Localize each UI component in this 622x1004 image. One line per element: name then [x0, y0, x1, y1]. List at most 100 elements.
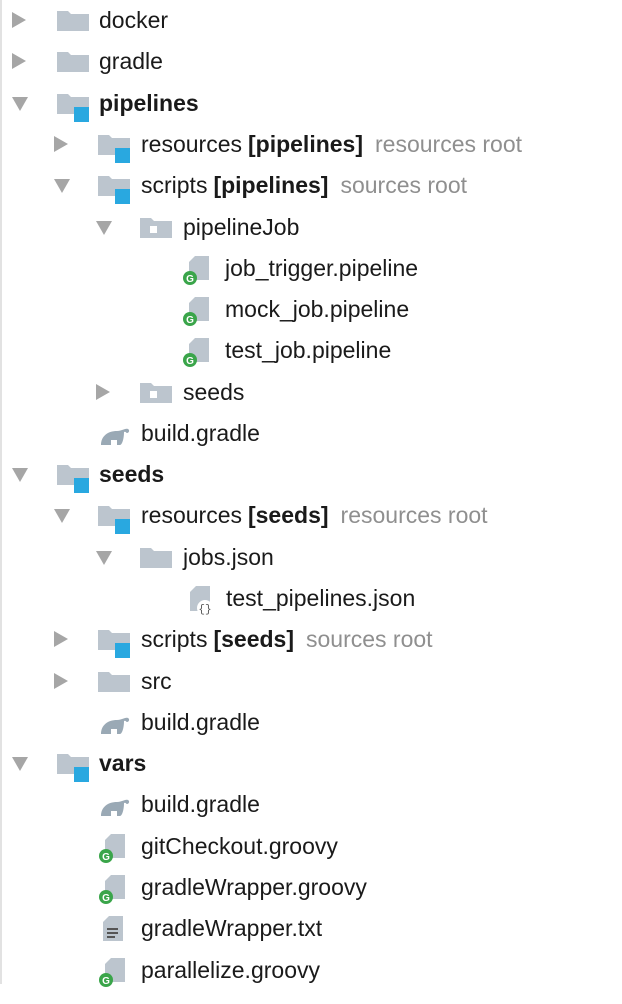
node-name: gradleWrapper.txt [141, 915, 323, 941]
collapse-arrow-icon[interactable] [12, 53, 26, 69]
tree-node[interactable]: gradle [0, 41, 622, 82]
groovy-file-icon-wrap: G [181, 248, 217, 289]
groovy-file-icon-wrap: G [181, 289, 217, 330]
tree-node[interactable]: resources [seeds] resources root [0, 495, 622, 536]
node-name: pipelineJob [183, 214, 300, 240]
module-folder-icon-wrap [56, 743, 92, 784]
tree-node-label: jobs.json [183, 537, 274, 578]
folder-icon-wrap [97, 661, 133, 702]
tree-node[interactable]: seeds [0, 372, 622, 413]
tree-node-label: scripts [pipelines] sources root [141, 165, 467, 206]
tree-node[interactable]: gradleWrapper.txt [0, 908, 622, 949]
tree-node[interactable]: pipelines [0, 83, 622, 124]
tree-node[interactable]: Gjob_trigger.pipeline [0, 248, 622, 289]
folder-icon-wrap [56, 41, 92, 82]
gradle-icon [101, 717, 130, 734]
tree-node[interactable]: build.gradle [0, 784, 622, 825]
expand-arrow-icon[interactable] [54, 179, 70, 193]
tree-node[interactable]: vars [0, 743, 622, 784]
tree-node-label: job_trigger.pipeline [225, 248, 418, 289]
node-name: src [141, 668, 172, 694]
tree-node[interactable]: scripts [pipelines] sources root [0, 165, 622, 206]
groovy-file-icon-wrap: G [97, 826, 133, 867]
tree-node-label: pipelines [99, 83, 199, 124]
module-folder-icon [98, 630, 130, 658]
groovy-file-icon: G [183, 297, 209, 326]
expand-arrow-icon[interactable] [12, 468, 28, 482]
tree-node[interactable]: GgitCheckout.groovy [0, 826, 622, 867]
expand-arrow-icon[interactable] [54, 509, 70, 523]
tree-node[interactable]: Gtest_job.pipeline [0, 330, 622, 371]
collapse-arrow-icon[interactable] [54, 136, 68, 152]
tree-node-label: gradleWrapper.groovy [141, 867, 367, 908]
node-name: gradleWrapper.groovy [141, 874, 367, 900]
tree-node[interactable]: {} test_pipelines.json [0, 578, 622, 619]
module-folder-icon-wrap [97, 165, 133, 206]
tree-node-label: seeds [99, 454, 164, 495]
tree-node-label: build.gradle [141, 702, 260, 743]
tree-node[interactable]: build.gradle [0, 702, 622, 743]
tree-node[interactable]: Gparallelize.groovy [0, 950, 622, 991]
tree-node-label: src [141, 661, 172, 702]
tree-node[interactable]: resources [pipelines] resources root [0, 124, 622, 165]
tree-node[interactable]: GgradleWrapper.groovy [0, 867, 622, 908]
node-name: pipelines [99, 90, 199, 116]
tree-node-label: mock_job.pipeline [225, 289, 409, 330]
root-type-hint: sources root [306, 626, 433, 652]
node-name: seeds [183, 379, 245, 405]
root-type-hint: resources root [340, 502, 488, 528]
package-folder-icon [140, 218, 172, 238]
node-name: jobs.json [183, 544, 274, 570]
collapse-arrow-icon[interactable] [96, 384, 110, 400]
tree-node[interactable]: src [0, 661, 622, 702]
folder-icon [140, 548, 172, 568]
expand-arrow-icon[interactable] [96, 221, 112, 235]
expand-arrow-icon[interactable] [12, 757, 28, 771]
svg-text:G: G [102, 893, 110, 904]
groovy-file-icon-wrap: G [181, 330, 217, 371]
node-name: resources [141, 502, 242, 528]
node-name: mock_job.pipeline [225, 296, 410, 322]
package-folder-icon-wrap [139, 372, 175, 413]
groovy-file-icon: G [183, 256, 209, 285]
module-folder-icon-wrap [97, 619, 133, 660]
module-folder-icon [98, 176, 130, 204]
node-name: gradle [99, 48, 163, 74]
package-folder-icon [140, 383, 172, 403]
folder-icon [57, 11, 89, 31]
expand-arrow-icon[interactable] [12, 97, 28, 111]
module-folder-icon [57, 754, 89, 782]
node-name: vars [99, 750, 147, 776]
tree-node-label: pipelineJob [183, 207, 299, 248]
tree-node-label: gradleWrapper.txt [141, 908, 322, 949]
tree-node[interactable]: Gmock_job.pipeline [0, 289, 622, 330]
expand-arrow-icon[interactable] [96, 551, 112, 565]
svg-text:G: G [186, 274, 194, 285]
groovy-file-icon-wrap: G [97, 950, 133, 991]
gradle-icon [101, 428, 130, 445]
collapse-arrow-icon[interactable] [12, 12, 26, 28]
tree-node[interactable]: seeds [0, 454, 622, 495]
collapse-arrow-icon[interactable] [54, 631, 68, 647]
tree-node-label: gradle [99, 41, 163, 82]
gradle-icon-wrap [97, 784, 133, 825]
collapse-arrow-icon[interactable] [54, 673, 68, 689]
tree-node[interactable]: jobs.json [0, 537, 622, 578]
tree-node[interactable]: docker [0, 0, 622, 41]
module-tag: [seeds] [213, 626, 294, 652]
tree-node[interactable]: scripts [seeds] sources root [0, 619, 622, 660]
node-name: resources [141, 131, 242, 157]
folder-icon [98, 672, 130, 692]
module-tag: [seeds] [247, 502, 329, 528]
module-folder-icon-wrap [97, 124, 133, 165]
folder-icon [57, 52, 89, 72]
node-name: build.gradle [141, 791, 260, 817]
tree-node[interactable]: build.gradle [0, 413, 622, 454]
tree-node-label: gitCheckout.groovy [141, 826, 338, 867]
svg-text:G: G [186, 315, 194, 326]
node-name: scripts [141, 626, 208, 652]
gradle-icon-wrap [97, 702, 133, 743]
groovy-file-icon: G [99, 834, 125, 863]
tree-node[interactable]: pipelineJob [0, 207, 622, 248]
tree-node-label: resources [seeds] resources root [141, 495, 488, 536]
